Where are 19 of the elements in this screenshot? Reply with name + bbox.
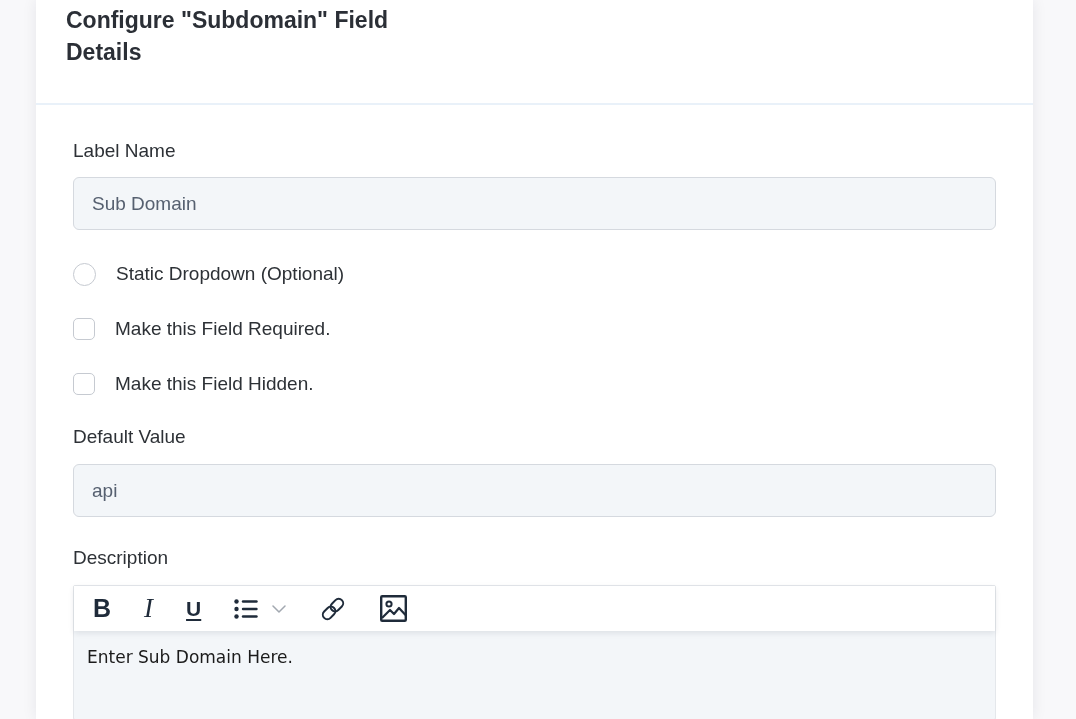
radio-button[interactable]: [73, 262, 96, 286]
label-name-input[interactable]: Sub Domain: [73, 177, 996, 230]
caret-icon: [272, 604, 287, 613]
option-label: Static Dropdown (Optional): [116, 262, 345, 286]
default-value-input[interactable]: api: [73, 464, 996, 517]
dialog-title: Configure "Subdomain" Field Details: [66, 6, 390, 67]
field-label: Description: [73, 546, 169, 570]
bullet-list-icon: [234, 598, 259, 619]
option-label: Make this Field Required.: [115, 317, 331, 341]
checkbox[interactable]: [73, 318, 95, 340]
checkbox[interactable]: [73, 373, 95, 395]
description-editor-field[interactable]: Enter Sub Domain Here.: [74, 631, 995, 719]
field-label: Label Name: [73, 139, 176, 163]
field-label: Default Value: [73, 425, 186, 449]
underline-button[interactable]: U: [182, 591, 206, 626]
italic-button[interactable]: I: [140, 591, 158, 626]
option-label: Make this Field Hidden.: [115, 372, 314, 396]
image-icon: [380, 595, 408, 622]
bold-button[interactable]: B: [89, 591, 116, 626]
